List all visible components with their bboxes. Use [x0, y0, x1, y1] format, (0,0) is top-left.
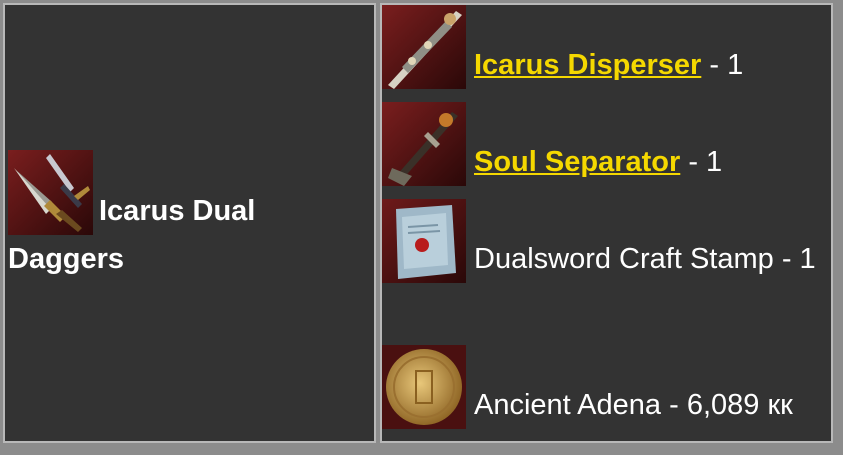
craft-stamp-icon — [382, 199, 466, 283]
ingredient-name: Dualsword Craft Stamp — [474, 243, 774, 275]
ingredient-link-soul-separator[interactable]: Soul Separator — [474, 146, 680, 178]
product-item: Icarus Dual Daggers — [8, 150, 368, 283]
ancient-adena-icon — [382, 345, 466, 429]
ingredient-row: Icarus Disperser - 1 — [382, 5, 743, 89]
dual-daggers-icon — [8, 150, 93, 235]
ingredient-row: Ancient Adena - 6,089 кк — [382, 345, 793, 429]
ingredient-quantity: - 1 — [680, 146, 723, 178]
ingredient-row: Soul Separator - 1 — [382, 102, 722, 186]
ingredient-quantity: - 6,089 кк — [661, 389, 793, 421]
ingredient-quantity: - 1 — [773, 243, 816, 275]
recipe-table: Icarus Dual Daggers Icarus Disperser - 1… — [0, 0, 843, 455]
ingredient-link-icarus-disperser[interactable]: Icarus Disperser — [474, 49, 701, 81]
soul-separator-icon — [382, 102, 466, 186]
product-cell: Icarus Dual Daggers — [3, 3, 376, 443]
ingredient-quantity: - 1 — [701, 49, 744, 81]
ingredients-cell: Icarus Disperser - 1 Soul Separator - 1 … — [380, 3, 833, 443]
ingredient-name: Ancient Adena — [474, 389, 662, 421]
ingredient-row: Dualsword Craft Stamp - 1 — [382, 199, 822, 283]
icarus-disperser-icon — [382, 5, 466, 89]
